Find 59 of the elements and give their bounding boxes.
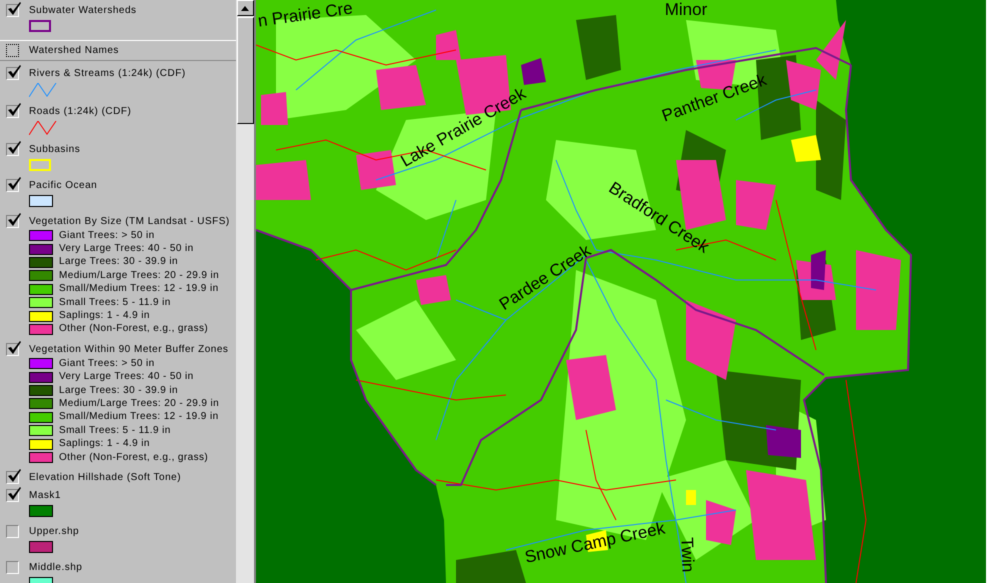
class-label: Medium/Large Trees: 20 - 29.9 in	[59, 398, 220, 410]
class-label: Very Large Trees: 40 - 50 in	[59, 371, 194, 384]
creek-label: Minor	[664, 0, 708, 19]
class-label: Very Large Trees: 40 - 50 in	[59, 243, 194, 256]
selected-layer-row[interactable]: Watershed Names	[0, 40, 236, 61]
checkbox[interactable]	[6, 525, 19, 538]
checkbox[interactable]	[6, 179, 19, 192]
class-label: Other (Non-Forest, e.g., grass)	[59, 452, 208, 464]
layer-name: Pacific Ocean	[29, 179, 98, 192]
class-label: Saplings: 1 - 4.9 in	[59, 310, 150, 322]
checkbox[interactable]	[6, 489, 19, 502]
layer-name: Vegetation By Size (TM Landsat - USFS)	[29, 215, 230, 228]
check-icon	[7, 1, 22, 16]
layer-name: Subbasins	[29, 143, 80, 156]
class-label: Small Trees: 5 - 11.9 in	[59, 424, 171, 437]
class-label: Saplings: 1 - 4.9 in	[59, 438, 150, 450]
scroll-thumb[interactable]	[236, 17, 254, 124]
checkbox[interactable]	[6, 67, 19, 80]
class-label: Small Trees: 5 - 11.9 in	[59, 296, 171, 309]
creek-label: Twin	[677, 537, 698, 573]
class-label: Giant Trees: > 50 in	[59, 358, 155, 370]
layer-name: Roads (1:24k) (CDF)	[29, 105, 132, 118]
check-icon	[7, 340, 22, 356]
scrollbar[interactable]	[236, 0, 254, 583]
checkbox[interactable]	[6, 105, 19, 118]
layer-name: Rivers & Streams (1:24k) (CDF)	[29, 67, 186, 80]
creek-label: Panther Creek	[659, 70, 769, 126]
check-icon	[7, 176, 22, 191]
class-label: Giant Trees: > 50 in	[59, 230, 155, 242]
creek-label: n Prairie Cre	[256, 0, 354, 31]
checkbox[interactable]	[6, 143, 19, 156]
checkbox[interactable]	[6, 471, 19, 484]
layer-name: Elevation Hillshade (Soft Tone)	[29, 471, 182, 484]
layer-name: Upper.shp	[29, 525, 80, 538]
checkbox[interactable]	[6, 343, 19, 356]
layer-name: Watershed Names	[29, 44, 119, 57]
check-icon	[7, 212, 22, 227]
check-icon	[7, 102, 22, 117]
check-icon	[7, 468, 22, 484]
class-label: Large Trees: 30 - 39.9 in	[59, 256, 178, 268]
checkbox[interactable]	[6, 561, 19, 574]
check-icon	[7, 64, 22, 79]
check-icon	[7, 140, 22, 155]
layer-name: Subwater Watersheds	[29, 4, 137, 17]
checkbox[interactable]	[6, 4, 19, 17]
layer-name: Mask1	[29, 489, 61, 502]
checkbox[interactable]	[6, 44, 19, 57]
class-label: Large Trees: 30 - 39.9 in	[59, 384, 178, 397]
check-icon	[7, 486, 22, 502]
layer-name: Middle.shp	[29, 561, 82, 574]
class-label: Small/Medium Trees: 12 - 19.9 in	[59, 283, 219, 296]
class-label: Small/Medium Trees: 12 - 19.9 in	[59, 411, 219, 424]
creek-label: Snow Camp Creek	[523, 518, 667, 567]
checkbox[interactable]	[6, 215, 19, 228]
layer-name: Vegetation Within 90 Meter Buffer Zones	[29, 343, 228, 356]
scroll-up-button[interactable]	[236, 0, 254, 16]
class-label: Other (Non-Forest, e.g., grass)	[59, 323, 208, 336]
up-arrow-icon	[241, 6, 249, 10]
class-label: Medium/Large Trees: 20 - 29.9 in	[59, 270, 220, 282]
